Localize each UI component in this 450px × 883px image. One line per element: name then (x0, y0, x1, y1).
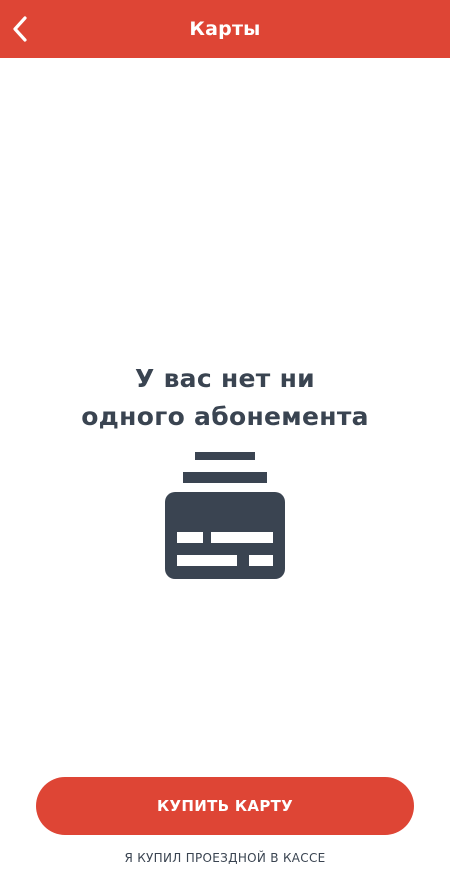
page-title: Карты (189, 18, 261, 40)
card-stack-icon (165, 452, 285, 579)
empty-state-line-1: У вас нет ни (134, 364, 315, 393)
empty-state-line-2: одного абонемента (81, 402, 369, 431)
empty-state-message: У вас нет ни одного абонемента (0, 360, 450, 436)
buy-card-button[interactable]: КУПИТЬ КАРТУ (36, 777, 414, 835)
bought-at-counter-link[interactable]: Я КУПИЛ ПРОЕЗДНОЙ В КАССЕ (0, 851, 450, 865)
top-bar: Карты (0, 0, 450, 58)
